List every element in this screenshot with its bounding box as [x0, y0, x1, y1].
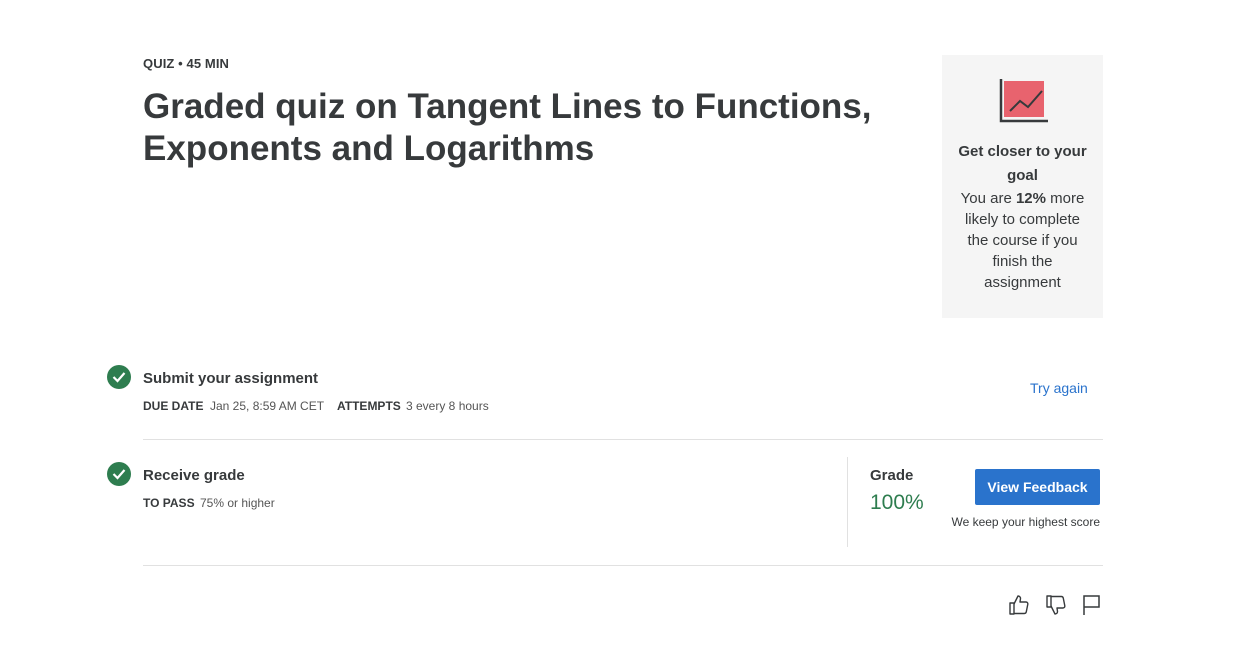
- goal-card: Get closer to your goal You are 12% more…: [942, 55, 1103, 318]
- divider: [143, 565, 1103, 566]
- to-pass-label: TO PASS: [143, 496, 195, 510]
- receive-check-icon: [107, 462, 131, 486]
- to-pass-value: 75% or higher: [200, 496, 275, 510]
- quiz-meta: QUIZ • 45 MIN: [143, 56, 230, 71]
- page-title: Graded quiz on Tangent Lines to Function…: [143, 87, 872, 168]
- try-again-link[interactable]: Try again: [1030, 380, 1088, 396]
- submit-check-icon: [107, 365, 131, 389]
- goal-highlight: 12%: [1015, 190, 1046, 207]
- highest-score-note: We keep your highest score: [951, 515, 1100, 529]
- grade-label: Grade: [870, 467, 914, 484]
- thumbs-up-icon[interactable]: [1007, 593, 1031, 617]
- thumbs-down-icon[interactable]: [1044, 593, 1068, 617]
- flag-icon[interactable]: [1080, 593, 1104, 617]
- attempts-label: ATTEMPTS: [337, 399, 401, 413]
- attempts-value: 3 every 8 hours: [406, 399, 489, 413]
- goal-text: You are 12% more likely to complete the …: [958, 188, 1087, 293]
- goal-heading: Get closer to your goal: [958, 143, 1087, 184]
- due-date-label: DUE DATE: [143, 399, 204, 413]
- goal-text-before: You are: [960, 190, 1016, 207]
- submit-title: Submit your assignment: [143, 370, 319, 387]
- vertical-divider: [847, 457, 848, 547]
- grade-value: 100%: [870, 491, 924, 514]
- due-date-value: Jan 25, 8:59 AM CET: [210, 399, 325, 413]
- view-feedback-button[interactable]: View Feedback: [975, 469, 1100, 505]
- receive-title: Receive grade: [143, 467, 245, 484]
- trend-chart-icon: [999, 79, 1048, 123]
- divider: [143, 439, 1103, 440]
